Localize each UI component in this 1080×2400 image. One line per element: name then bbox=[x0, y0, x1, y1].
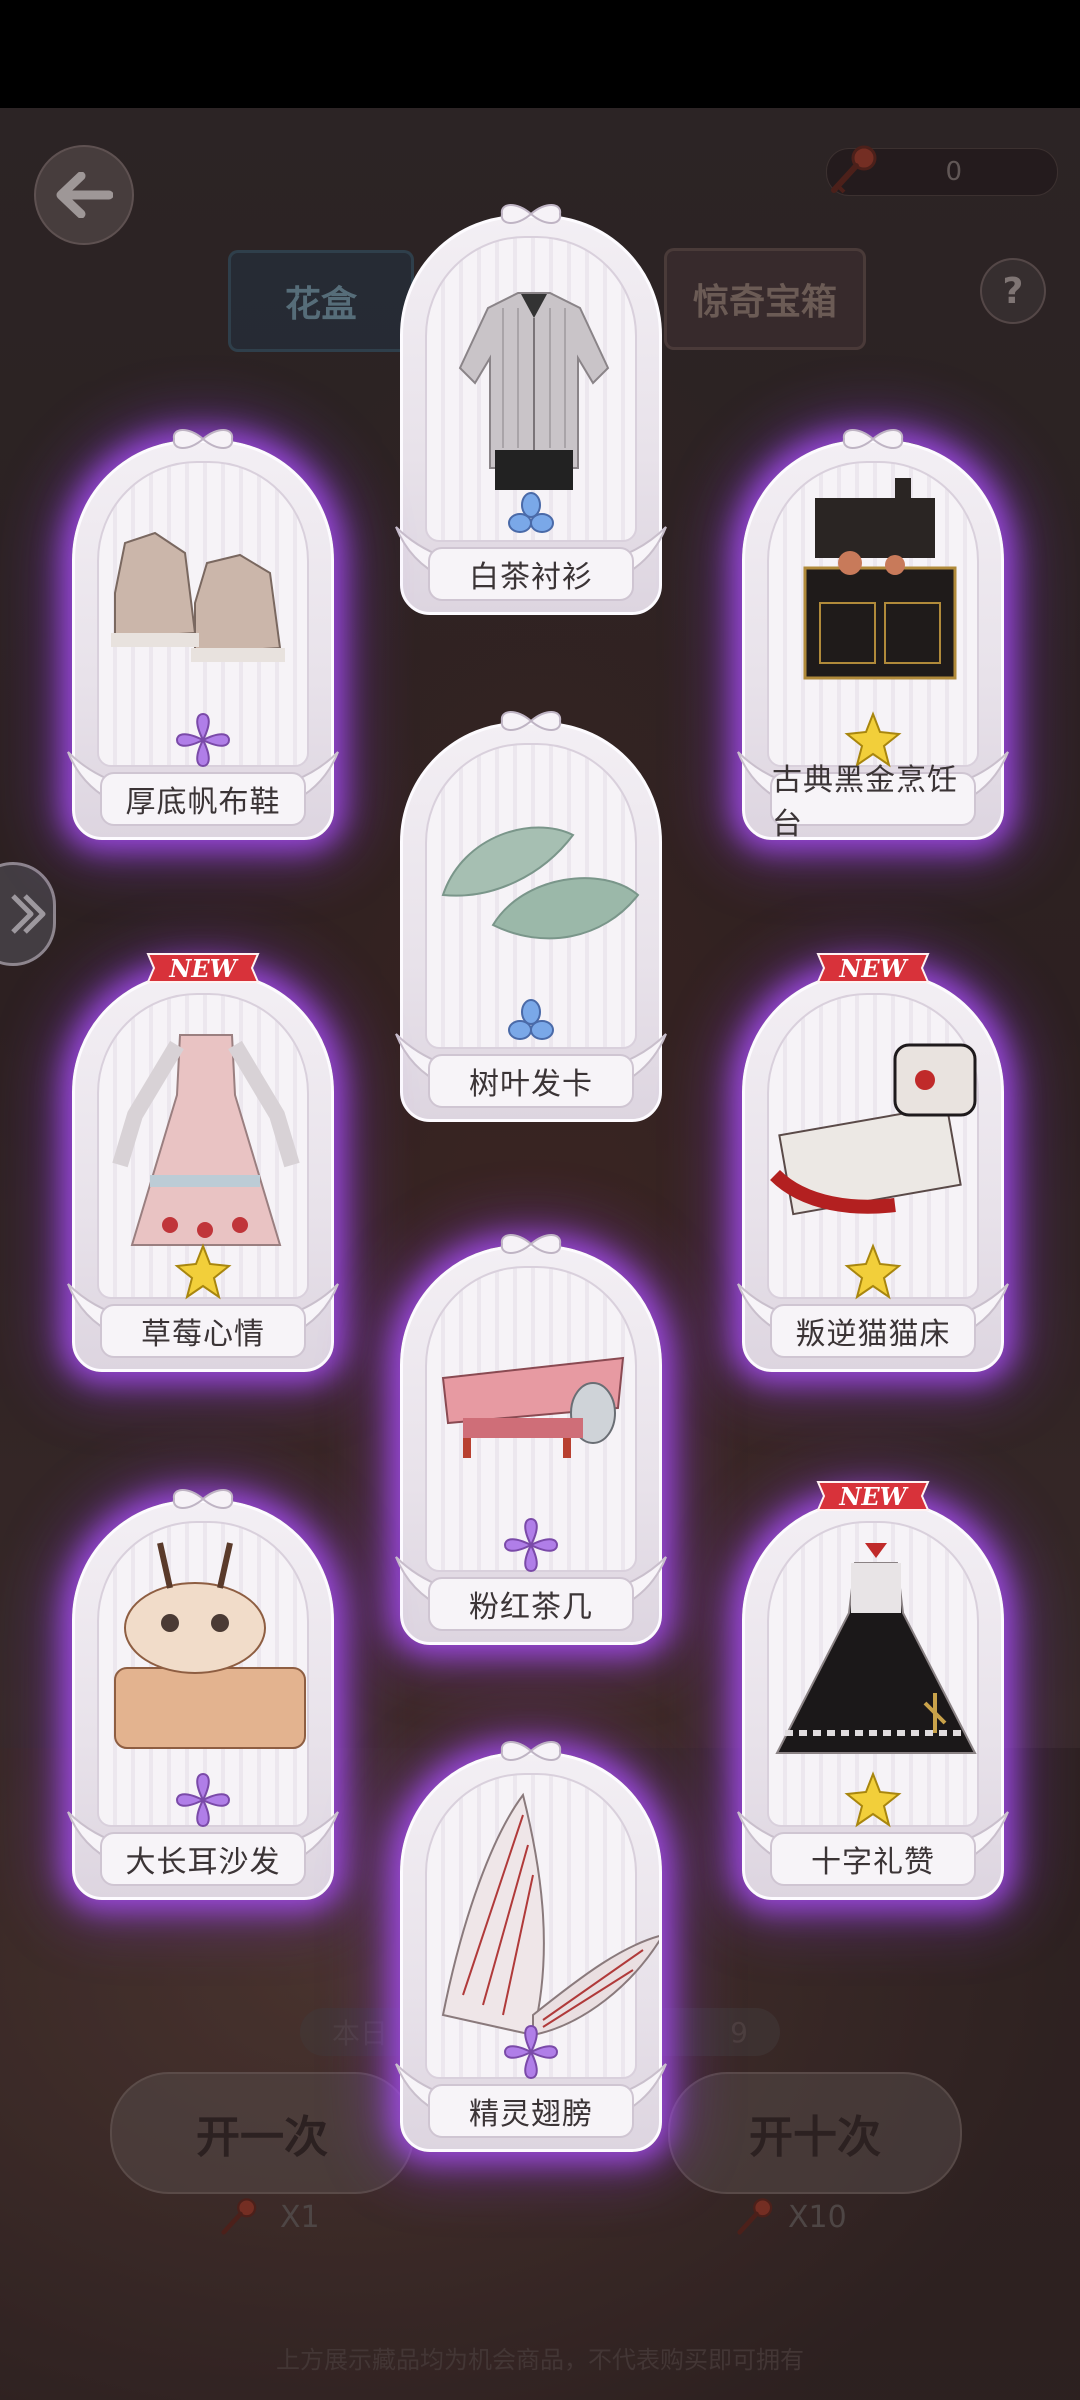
rarity-flower-icon bbox=[175, 1772, 231, 1828]
ribbon-bow-icon bbox=[172, 1489, 234, 1509]
rarity-flower-icon bbox=[174, 1243, 232, 1300]
ribbon-bow-icon bbox=[500, 1741, 562, 1761]
new-label: NEW bbox=[838, 954, 908, 983]
ribbon-bow-icon bbox=[842, 429, 904, 449]
ribbon-bow-icon bbox=[500, 711, 562, 731]
item-name: 白茶衬衫 bbox=[428, 547, 634, 601]
rarity-flower-icon bbox=[844, 1243, 902, 1300]
ribbon-bow-icon bbox=[500, 1234, 562, 1254]
item-name: 大长耳沙发 bbox=[100, 1832, 306, 1886]
rarity-flower-icon bbox=[503, 1517, 559, 1573]
reward-card[interactable]: 厚底帆布鞋 bbox=[67, 429, 339, 840]
new-badge: NEW bbox=[816, 953, 930, 983]
item-name: 精灵翅膀 bbox=[428, 2084, 634, 2138]
reward-card[interactable]: 精灵翅膀 bbox=[395, 1741, 667, 2152]
reward-card[interactable]: 古典黑金烹饪台 bbox=[737, 429, 1009, 842]
rarity-flower-icon bbox=[175, 712, 231, 768]
reward-card[interactable]: 草莓心情 NEW bbox=[67, 953, 339, 1372]
rarity-flower-icon bbox=[508, 492, 554, 533]
reward-card[interactable]: 白茶衬衫 bbox=[395, 204, 667, 615]
rarity-flower-icon bbox=[503, 2024, 559, 2080]
reward-card[interactable]: 叛逆猫猫床 NEW bbox=[737, 953, 1009, 1372]
new-label: NEW bbox=[838, 1482, 908, 1511]
item-name: 厚底帆布鞋 bbox=[100, 772, 306, 826]
new-badge: NEW bbox=[146, 953, 260, 983]
item-name: 叛逆猫猫床 bbox=[770, 1304, 976, 1358]
item-name: 草莓心情 bbox=[100, 1304, 306, 1358]
reward-card[interactable]: 十字礼赞 NEW bbox=[737, 1481, 1009, 1900]
reward-card[interactable]: 树叶发卡 bbox=[395, 711, 667, 1122]
ribbon-bow-icon bbox=[500, 204, 562, 224]
rarity-flower-icon bbox=[844, 1771, 902, 1828]
item-name: 粉红茶几 bbox=[428, 1577, 634, 1631]
item-name: 树叶发卡 bbox=[428, 1054, 634, 1108]
new-label: NEW bbox=[168, 954, 238, 983]
ribbon-bow-icon bbox=[172, 429, 234, 449]
item-name: 古典黑金烹饪台 bbox=[770, 763, 976, 842]
rarity-flower-icon bbox=[508, 999, 554, 1040]
item-name: 十字礼赞 bbox=[770, 1832, 976, 1886]
reward-card[interactable]: 大长耳沙发 bbox=[67, 1489, 339, 1900]
reward-card[interactable]: 粉红茶几 bbox=[395, 1234, 667, 1645]
new-badge: NEW bbox=[816, 1481, 930, 1511]
status-bar bbox=[0, 0, 1080, 108]
